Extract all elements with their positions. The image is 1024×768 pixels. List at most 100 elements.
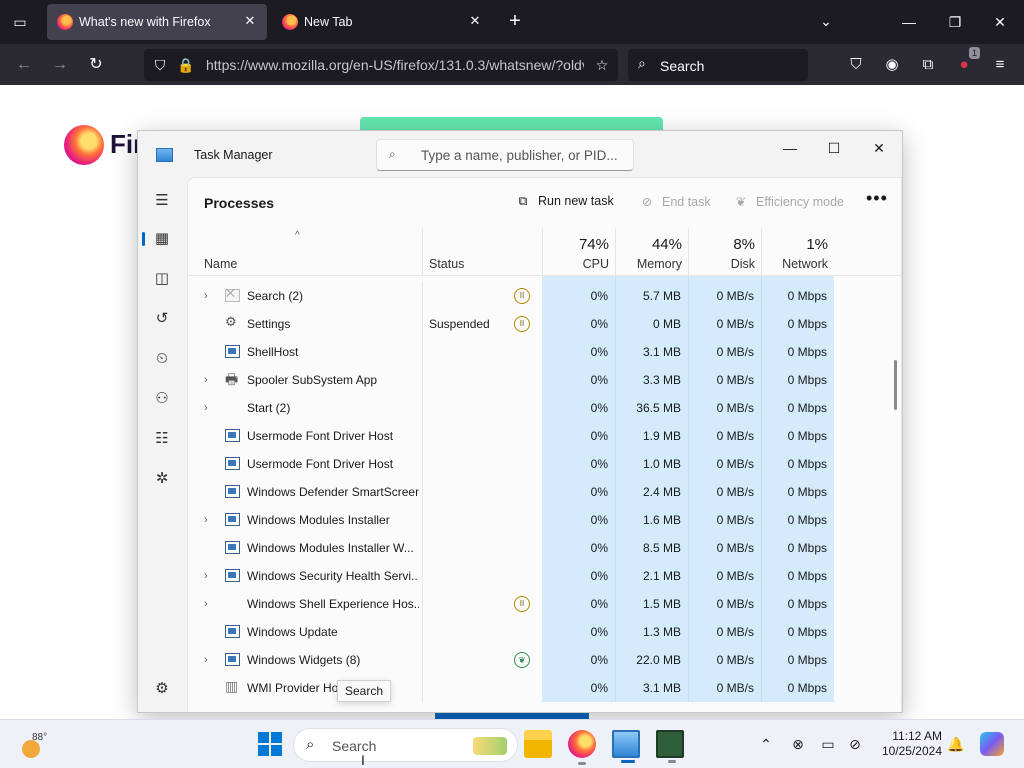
settings-icon[interactable]: ⚙ <box>150 677 174 701</box>
table-row[interactable]: Windows Modules Installer W... 0% 8.5 MB 0 … <box>188 534 885 562</box>
browser-search-box[interactable]: ⌕ Search <box>628 49 808 81</box>
chevron-down-icon[interactable]: ⌄ <box>815 10 837 32</box>
table-row[interactable]: WMI Provider Ho 0%3.1 MB0 MB/s0 Mbps <box>188 674 885 702</box>
process-name-cell[interactable]: Windows Modules Installer W... <box>188 534 422 562</box>
process-name-cell[interactable]: › Windows Shell Experience Hos... <box>188 590 422 618</box>
table-row[interactable]: Settings Suspended II 0%0 MB0 MB/s0 Mbps <box>188 310 885 338</box>
menu-icon[interactable]: ≡ <box>987 52 1013 78</box>
process-name-cell[interactable]: › Search (2) <box>188 282 422 310</box>
more-options-button[interactable]: ••• <box>866 188 888 209</box>
table-row[interactable]: Usermode Font Driver Host 0% 1.9 MB 0 MB/s 0… <box>188 422 885 450</box>
terminal-taskbar-icon[interactable] <box>656 730 684 763</box>
process-name-cell[interactable]: › Windows Modules Installer <box>188 506 422 534</box>
tab-new-tab[interactable]: New Tab ✕ <box>272 4 492 40</box>
firefox-taskbar-icon[interactable] <box>568 730 596 765</box>
url-bar[interactable]: ⛉ 🔒 https://www.mozilla.org/en-US/firefo… <box>144 49 618 81</box>
minimize-icon[interactable]: — <box>895 8 923 36</box>
process-name-cell[interactable]: › Windows Widgets (8) <box>188 646 422 674</box>
new-tab-button[interactable]: + <box>504 10 526 32</box>
taskbar-search-box[interactable]: ⌕ Search <box>293 728 518 762</box>
task-manager-taskbar-icon[interactable] <box>612 730 640 763</box>
chevron-right-icon[interactable]: › <box>204 394 208 422</box>
process-name-cell[interactable]: Windows Update <box>188 618 422 646</box>
maximize-icon[interactable]: ☐ <box>818 135 850 161</box>
table-row[interactable]: Usermode Font Driver Host 0% 1.0 MB 0 MB/s 0… <box>188 450 885 478</box>
table-row[interactable]: ShellHost 0% 3.1 MB 0 MB/s 0 Mbps <box>188 338 885 366</box>
process-name-cell[interactable]: Usermode Font Driver Host <box>188 450 422 478</box>
chevron-right-icon[interactable]: › <box>204 366 208 394</box>
vertical-scrollbar[interactable] <box>890 276 900 712</box>
tab-whats-new[interactable]: What's new with Firefox ✕ <box>47 4 267 40</box>
ublock-extension-icon[interactable]: ● 1 <box>951 47 980 78</box>
table-row[interactable]: › Windows Widgets (8) ❦ 0% 22.0 MB 0 MB/s 0 Mb… <box>188 646 885 674</box>
start-button[interactable] <box>258 732 282 756</box>
table-row[interactable]: › Search (2) II 0%5.7 MB0 MB/s0 Mbps <box>188 282 885 310</box>
chevron-right-icon[interactable]: › <box>204 590 208 618</box>
table-row[interactable]: › Windows Security Health Servi... 0% 2.1 M… <box>188 562 885 590</box>
list-all-tabs-icon[interactable]: ▭ <box>8 10 32 34</box>
process-name-cell[interactable]: ShellHost <box>188 338 422 366</box>
table-row[interactable]: › Windows Shell Experience Hos... II 0% 1.5 … <box>188 590 885 618</box>
tracking-shield-icon[interactable]: ⛉ <box>150 55 170 75</box>
notification-bell-icon[interactable]: 🔔 <box>946 734 966 754</box>
close-icon[interactable]: ✕ <box>863 135 895 161</box>
table-row[interactable]: Windows Update 0% 1.3 MB 0 MB/s 0 Mbps <box>188 618 885 646</box>
run-new-task-button[interactable]: ⧉ Run new task <box>514 194 614 209</box>
process-name-cell[interactable]: Usermode Font Driver Host <box>188 422 422 450</box>
system-clock[interactable]: 11:12 AM 10/25/2024 <box>872 729 942 759</box>
process-name-cell[interactable]: Windows Defender SmartScreen <box>188 478 422 506</box>
display-icon[interactable]: ▭ <box>818 734 838 754</box>
volume-muted-icon[interactable]: ⊘ <box>845 734 865 754</box>
app-history-icon[interactable]: ↺ <box>150 307 174 331</box>
close-tab-icon[interactable]: ✕ <box>241 12 259 30</box>
extensions-icon[interactable]: ⧉ <box>915 52 941 78</box>
close-window-icon[interactable]: ✕ <box>986 8 1014 36</box>
process-name-cell[interactable]: › Start (2) <box>188 394 422 422</box>
process-name-cell[interactable]: Settings <box>188 310 422 338</box>
close-tab-icon[interactable]: ✕ <box>466 12 484 30</box>
show-hidden-icons-icon[interactable]: ⌃ <box>756 734 776 754</box>
column-network[interactable]: 1% Network <box>761 228 834 276</box>
reload-icon[interactable]: ↻ <box>83 52 109 78</box>
pocket-icon[interactable]: ⛉ <box>843 52 869 78</box>
process-search-input[interactable]: ⌕ Type a name, publisher, or PID... <box>376 139 634 171</box>
minimize-icon[interactable]: — <box>774 135 806 161</box>
file-explorer-icon[interactable] <box>524 730 552 758</box>
startup-apps-icon[interactable]: ⏲ <box>150 347 174 371</box>
url-text[interactable]: https://www.mozilla.org/en-US/firefox/13… <box>206 57 584 73</box>
account-icon[interactable]: ◉ <box>879 52 905 78</box>
chevron-right-icon[interactable]: › <box>204 646 208 674</box>
processes-icon[interactable]: ▦ <box>142 227 174 251</box>
forward-icon[interactable]: → <box>47 52 73 78</box>
efficiency-mode-button[interactable]: ❦ Efficiency mode <box>732 194 844 209</box>
copilot-icon[interactable] <box>980 732 1004 756</box>
table-row[interactable]: › Start (2) 0% 36.5 MB 0 MB/s 0 Mbps <box>188 394 885 422</box>
task-manager-titlebar[interactable]: Task Manager ⌕ Type a name, publisher, o… <box>138 131 902 177</box>
process-name-cell[interactable]: › Spooler SubSystem App <box>188 366 422 394</box>
column-disk[interactable]: 8% Disk <box>688 228 761 276</box>
end-task-button[interactable]: ⊘ End task <box>638 194 711 209</box>
column-cpu[interactable]: 74% CPU <box>542 228 615 276</box>
back-icon[interactable]: ← <box>11 52 37 78</box>
chevron-right-icon[interactable]: › <box>204 562 208 590</box>
scrollbar-thumb[interactable] <box>894 360 897 410</box>
services-icon[interactable]: ✲ <box>150 467 174 491</box>
weather-widget[interactable]: 88° <box>20 732 47 758</box>
lock-icon[interactable]: 🔒 <box>176 55 196 75</box>
details-icon[interactable]: ☷ <box>150 427 174 451</box>
column-name[interactable]: ^ Name <box>188 228 422 276</box>
column-status[interactable]: Status <box>422 228 542 276</box>
hamburger-icon[interactable]: ☰ <box>150 189 174 213</box>
chevron-right-icon[interactable]: › <box>204 506 208 534</box>
performance-icon[interactable]: ◫ <box>150 267 174 291</box>
users-icon[interactable]: ⚇ <box>150 387 174 411</box>
process-name-cell[interactable]: › Windows Security Health Servi... <box>188 562 422 590</box>
column-memory[interactable]: 44% Memory <box>615 228 688 276</box>
bookmark-star-icon[interactable]: ☆ <box>592 55 612 75</box>
table-row[interactable]: › Spooler SubSystem App 0%3.3 MB0 MB/s0 Mb… <box>188 366 885 394</box>
network-off-icon[interactable]: ⊗ <box>788 734 808 754</box>
table-row[interactable]: Windows Defender SmartScreen 0% 2.4 MB 0 MB… <box>188 478 885 506</box>
restore-icon[interactable]: ❐ <box>941 8 969 36</box>
table-row[interactable]: › Windows Modules Installer 0% 1.6 MB 0 MB/s… <box>188 506 885 534</box>
chevron-right-icon[interactable]: › <box>204 282 208 310</box>
